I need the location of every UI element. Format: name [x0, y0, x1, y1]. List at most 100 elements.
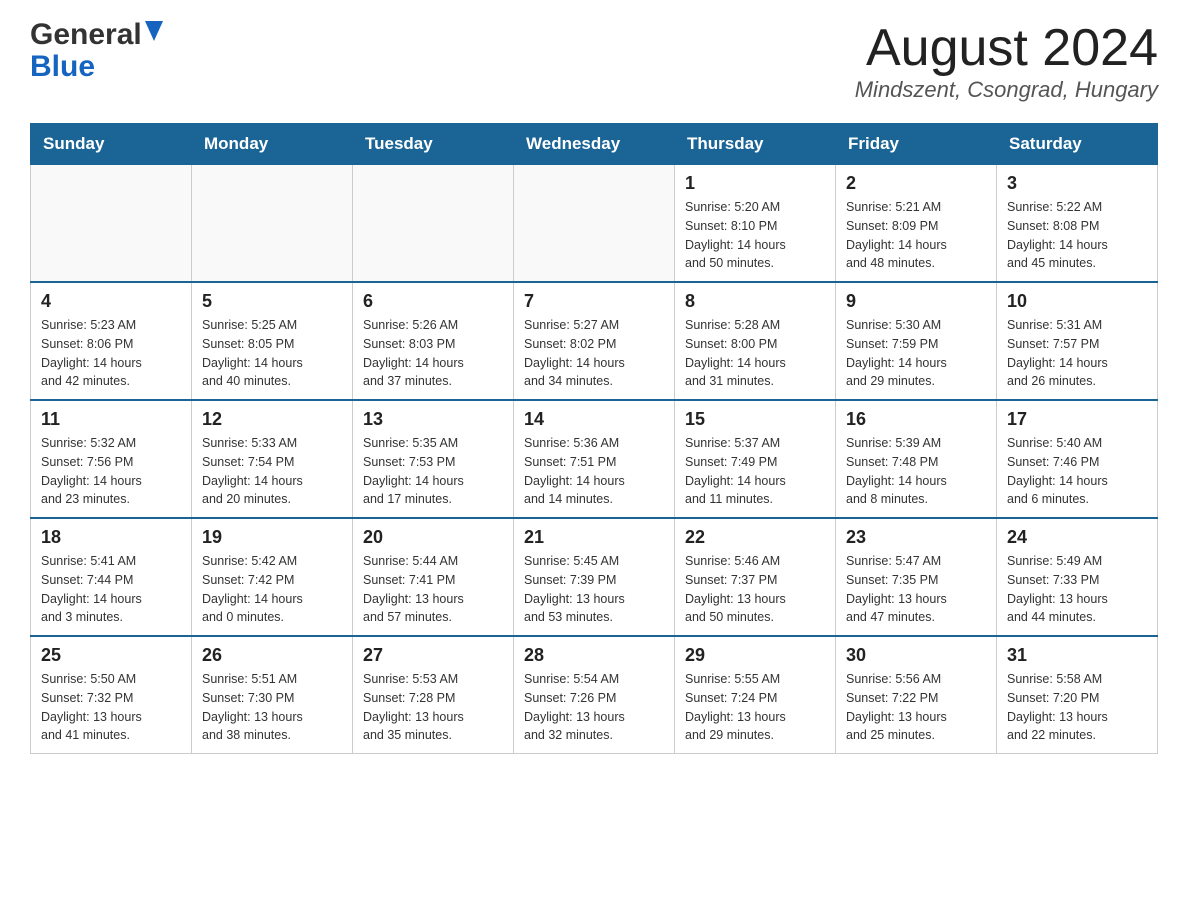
calendar-cell: 20 Sunrise: 5:44 AM Sunset: 7:41 PM Dayli… — [353, 518, 514, 636]
calendar-cell: 12Sunrise: 5:33 AM Sunset: 7:54 PM Dayli… — [192, 400, 353, 518]
day-number: 4 — [41, 291, 181, 312]
calendar-cell: 5Sunrise: 5:25 AM Sunset: 8:05 PM Daylig… — [192, 282, 353, 400]
calendar-week-row: 18Sunrise: 5:41 AM Sunset: 7:44 PM Dayli… — [31, 518, 1158, 636]
month-title: August 2024 — [855, 20, 1158, 77]
calendar-cell: 18Sunrise: 5:41 AM Sunset: 7:44 PM Dayli… — [31, 518, 192, 636]
day-info: Sunrise: 5:28 AM Sunset: 8:00 PM Dayligh… — [685, 316, 825, 391]
calendar-cell: 24 Sunrise: 5:49 AM Sunset: 7:33 PM Dayli… — [997, 518, 1158, 636]
calendar-cell: 10 Sunrise: 5:31 AM Sunset: 7:57 PM Dayli… — [997, 282, 1158, 400]
day-number: 30 — [846, 645, 986, 666]
logo-general-text: General — [30, 20, 142, 50]
day-number: 23 — [846, 527, 986, 548]
calendar-cell: 11Sunrise: 5:32 AM Sunset: 7:56 PM Dayli… — [31, 400, 192, 518]
calendar-cell: 16Sunrise: 5:39 AM Sunset: 7:48 PM Dayli… — [836, 400, 997, 518]
day-number: 17 — [1007, 409, 1147, 430]
calendar-cell: 2 Sunrise: 5:21 AM Sunset: 8:09 PM Daylig… — [836, 165, 997, 283]
day-info: Sunrise: 5:45 AM Sunset: 7:39 PM Dayligh… — [524, 552, 664, 627]
day-number: 14 — [524, 409, 664, 430]
calendar-cell — [31, 165, 192, 283]
day-info: Sunrise: 5:54 AM Sunset: 7:26 PM Dayligh… — [524, 670, 664, 745]
day-info: Sunrise: 5:27 AM Sunset: 8:02 PM Dayligh… — [524, 316, 664, 391]
day-number: 24 — [1007, 527, 1147, 548]
day-number: 29 — [685, 645, 825, 666]
day-info: Sunrise: 5:53 AM Sunset: 7:28 PM Dayligh… — [363, 670, 503, 745]
day-number: 2 — [846, 173, 986, 194]
calendar-cell: 14 Sunrise: 5:36 AM Sunset: 7:51 PM Dayli… — [514, 400, 675, 518]
day-number: 26 — [202, 645, 342, 666]
calendar-cell: 9 Sunrise: 5:30 AM Sunset: 7:59 PM Daylig… — [836, 282, 997, 400]
column-header-tuesday: Tuesday — [353, 124, 514, 165]
day-number: 31 — [1007, 645, 1147, 666]
calendar-cell: 19 Sunrise: 5:42 AM Sunset: 7:42 PM Dayli… — [192, 518, 353, 636]
calendar-week-row: 4 Sunrise: 5:23 AM Sunset: 8:06 PM Daylig… — [31, 282, 1158, 400]
calendar-cell: 22Sunrise: 5:46 AM Sunset: 7:37 PM Dayli… — [675, 518, 836, 636]
day-number: 27 — [363, 645, 503, 666]
title-area: August 2024 Mindszent, Csongrad, Hungary — [855, 20, 1158, 103]
day-info: Sunrise: 5:35 AM Sunset: 7:53 PM Dayligh… — [363, 434, 503, 509]
day-number: 25 — [41, 645, 181, 666]
calendar-cell — [353, 165, 514, 283]
day-number: 5 — [202, 291, 342, 312]
day-number: 1 — [685, 173, 825, 194]
day-info: Sunrise: 5:37 AM Sunset: 7:49 PM Dayligh… — [685, 434, 825, 509]
day-info: Sunrise: 5:55 AM Sunset: 7:24 PM Dayligh… — [685, 670, 825, 745]
day-info: Sunrise: 5:23 AM Sunset: 8:06 PM Dayligh… — [41, 316, 181, 391]
calendar-cell: 25Sunrise: 5:50 AM Sunset: 7:32 PM Dayli… — [31, 636, 192, 754]
calendar-cell: 7 Sunrise: 5:27 AM Sunset: 8:02 PM Daylig… — [514, 282, 675, 400]
calendar-cell: 6 Sunrise: 5:26 AM Sunset: 8:03 PM Daylig… — [353, 282, 514, 400]
column-header-sunday: Sunday — [31, 124, 192, 165]
calendar-week-row: 11Sunrise: 5:32 AM Sunset: 7:56 PM Dayli… — [31, 400, 1158, 518]
calendar-week-row: 25Sunrise: 5:50 AM Sunset: 7:32 PM Dayli… — [31, 636, 1158, 754]
day-number: 11 — [41, 409, 181, 430]
day-info: Sunrise: 5:58 AM Sunset: 7:20 PM Dayligh… — [1007, 670, 1147, 745]
day-number: 3 — [1007, 173, 1147, 194]
day-number: 28 — [524, 645, 664, 666]
day-number: 10 — [1007, 291, 1147, 312]
day-info: Sunrise: 5:39 AM Sunset: 7:48 PM Dayligh… — [846, 434, 986, 509]
day-number: 20 — [363, 527, 503, 548]
calendar-week-row: 1 Sunrise: 5:20 AM Sunset: 8:10 PM Daylig… — [31, 165, 1158, 283]
day-number: 7 — [524, 291, 664, 312]
day-info: Sunrise: 5:22 AM Sunset: 8:08 PM Dayligh… — [1007, 198, 1147, 273]
day-info: Sunrise: 5:31 AM Sunset: 7:57 PM Dayligh… — [1007, 316, 1147, 391]
logo-arrow-icon — [145, 21, 163, 45]
column-header-thursday: Thursday — [675, 124, 836, 165]
calendar-header-row: SundayMondayTuesdayWednesdayThursdayFrid… — [31, 124, 1158, 165]
column-header-saturday: Saturday — [997, 124, 1158, 165]
calendar-cell: 29 Sunrise: 5:55 AM Sunset: 7:24 PM Dayli… — [675, 636, 836, 754]
day-info: Sunrise: 5:41 AM Sunset: 7:44 PM Dayligh… — [41, 552, 181, 627]
column-header-wednesday: Wednesday — [514, 124, 675, 165]
day-info: Sunrise: 5:42 AM Sunset: 7:42 PM Dayligh… — [202, 552, 342, 627]
day-number: 9 — [846, 291, 986, 312]
calendar-cell: 21 Sunrise: 5:45 AM Sunset: 7:39 PM Dayli… — [514, 518, 675, 636]
day-info: Sunrise: 5:30 AM Sunset: 7:59 PM Dayligh… — [846, 316, 986, 391]
calendar-cell — [192, 165, 353, 283]
calendar-cell: 4 Sunrise: 5:23 AM Sunset: 8:06 PM Daylig… — [31, 282, 192, 400]
day-info: Sunrise: 5:56 AM Sunset: 7:22 PM Dayligh… — [846, 670, 986, 745]
day-info: Sunrise: 5:26 AM Sunset: 8:03 PM Dayligh… — [363, 316, 503, 391]
day-info: Sunrise: 5:44 AM Sunset: 7:41 PM Dayligh… — [363, 552, 503, 627]
calendar-cell: 31 Sunrise: 5:58 AM Sunset: 7:20 PM Dayli… — [997, 636, 1158, 754]
calendar-cell: 26 Sunrise: 5:51 AM Sunset: 7:30 PM Dayli… — [192, 636, 353, 754]
day-number: 6 — [363, 291, 503, 312]
location-title: Mindszent, Csongrad, Hungary — [855, 77, 1158, 103]
day-info: Sunrise: 5:51 AM Sunset: 7:30 PM Dayligh… — [202, 670, 342, 745]
calendar-cell: 30 Sunrise: 5:56 AM Sunset: 7:22 PM Dayli… — [836, 636, 997, 754]
logo: General Blue — [30, 20, 163, 84]
day-info: Sunrise: 5:49 AM Sunset: 7:33 PM Dayligh… — [1007, 552, 1147, 627]
calendar-cell: 15Sunrise: 5:37 AM Sunset: 7:49 PM Dayli… — [675, 400, 836, 518]
day-info: Sunrise: 5:33 AM Sunset: 7:54 PM Dayligh… — [202, 434, 342, 509]
day-number: 19 — [202, 527, 342, 548]
calendar-cell: 28 Sunrise: 5:54 AM Sunset: 7:26 PM Dayli… — [514, 636, 675, 754]
calendar-cell: 23Sunrise: 5:47 AM Sunset: 7:35 PM Dayli… — [836, 518, 997, 636]
day-info: Sunrise: 5:20 AM Sunset: 8:10 PM Dayligh… — [685, 198, 825, 273]
day-number: 22 — [685, 527, 825, 548]
calendar-cell: 1 Sunrise: 5:20 AM Sunset: 8:10 PM Daylig… — [675, 165, 836, 283]
column-header-monday: Monday — [192, 124, 353, 165]
day-info: Sunrise: 5:21 AM Sunset: 8:09 PM Dayligh… — [846, 198, 986, 273]
logo-blue-text: Blue — [30, 50, 95, 84]
day-number: 21 — [524, 527, 664, 548]
day-info: Sunrise: 5:36 AM Sunset: 7:51 PM Dayligh… — [524, 434, 664, 509]
calendar-cell: 17Sunrise: 5:40 AM Sunset: 7:46 PM Dayli… — [997, 400, 1158, 518]
column-header-friday: Friday — [836, 124, 997, 165]
